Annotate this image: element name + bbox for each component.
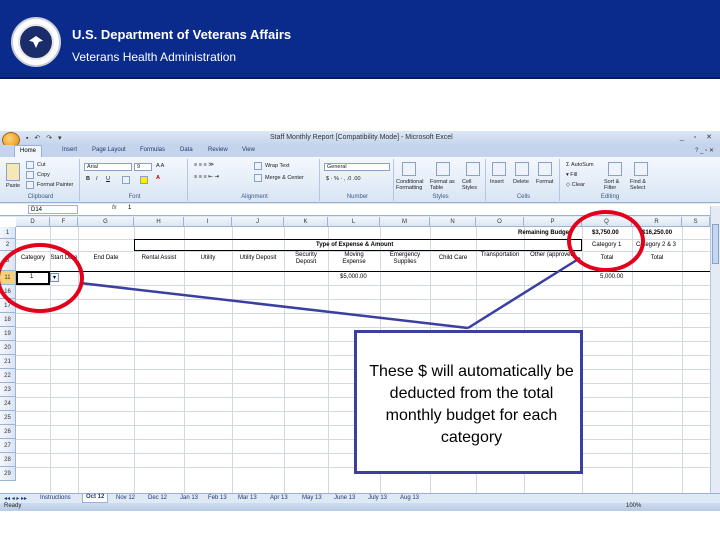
slide: U.S. Department of Veterans Affairs Vete… xyxy=(0,0,720,540)
annotation-callout: These $ will automatically be deducted f… xyxy=(354,330,583,474)
annotation-circle-category xyxy=(0,243,84,313)
callout-text: These $ will automatically be deducted f… xyxy=(369,363,574,446)
annotation-circle-budget xyxy=(567,210,645,272)
